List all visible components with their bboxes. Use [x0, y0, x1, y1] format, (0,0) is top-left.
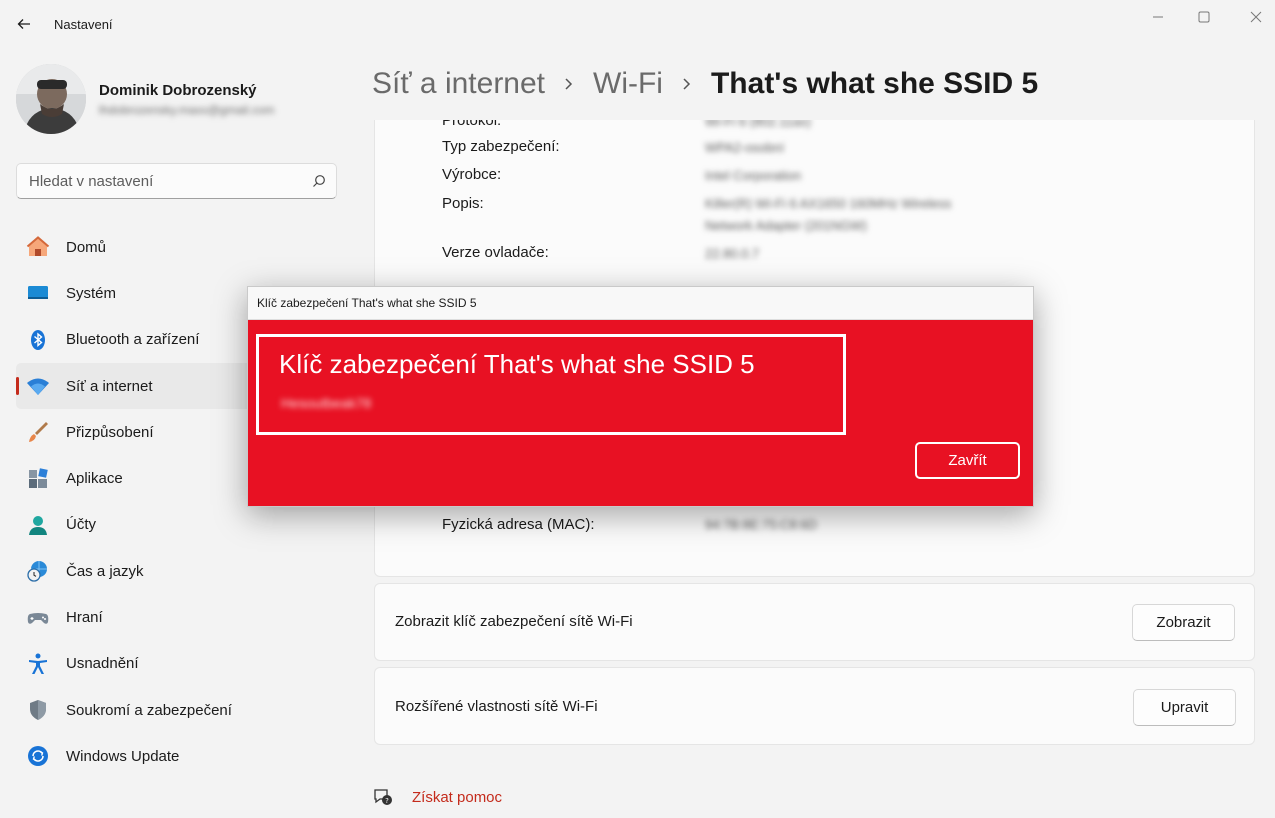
sidebar-item-label: Domů — [66, 238, 107, 256]
user-email: lhdobrozensky.maxx@gmail.com — [99, 103, 275, 117]
get-help-label: Získat pomoc — [412, 788, 503, 806]
sidebar-item-label: Windows Update — [66, 747, 180, 765]
security-key-heading: Klíč zabezpečení That's what she SSID 5 — [279, 349, 755, 379]
chevron-right-icon — [663, 77, 711, 91]
minimize-icon — [1153, 16, 1163, 18]
wifi-icon — [26, 374, 50, 398]
search-icon — [302, 174, 336, 188]
gamepad-icon — [26, 606, 50, 630]
sidebar-item-label: Účty — [66, 516, 96, 534]
minimize-button[interactable] — [1138, 4, 1178, 30]
back-button[interactable] — [10, 12, 38, 36]
sidebar-item-gaming[interactable]: Hraní — [16, 594, 352, 640]
back-arrow-icon — [17, 19, 30, 29]
sidebar-item-accessibility[interactable]: Usnadnění — [16, 641, 352, 687]
home-icon — [26, 235, 50, 259]
sidebar-item-label: Hraní — [66, 609, 103, 627]
property-label: Výrobce: — [442, 166, 502, 183]
active-indicator — [16, 376, 19, 395]
security-key-box: Klíč zabezpečení That's what she SSID 5 … — [256, 334, 846, 435]
property-value: Wi-Fi 6 (802.11ax) — [705, 120, 811, 129]
sidebar-item-windows-update[interactable]: Windows Update — [16, 733, 352, 779]
sidebar-item-label: Čas a jazyk — [66, 562, 144, 580]
show-key-row: Zobrazit klíč zabezpečení sítě Wi-Fi Zob… — [374, 583, 1255, 661]
sidebar-item-home[interactable]: Domů — [16, 224, 352, 270]
get-help-link[interactable]: ? Získat pomoc — [372, 786, 502, 808]
property-value: 22.80.0.7 — [705, 246, 760, 261]
maximize-button[interactable] — [1184, 4, 1224, 30]
property-label: Fyzická adresa (MAC): — [442, 516, 595, 533]
property-label: Protokol: — [442, 120, 502, 129]
advanced-properties-label: Rozšířené vlastnosti sítě Wi-Fi — [395, 698, 598, 715]
dialog-body: Klíč zabezpečení That's what she SSID 5 … — [248, 320, 1033, 506]
breadcrumb-current: That's what she SSID 5 — [710, 67, 1039, 100]
account-icon — [26, 513, 50, 537]
maximize-icon — [1198, 11, 1210, 23]
property-value: Network Adapter (201NGW) — [705, 218, 867, 233]
clock-globe-icon — [26, 559, 50, 583]
sidebar-item-label: Přizpůsobení — [66, 423, 154, 441]
edit-button[interactable]: Upravit — [1133, 689, 1236, 726]
property-value: Killer(R) Wi-Fi 6 AX1650 160MHz Wireless — [705, 196, 952, 211]
sidebar-item-label: Aplikace — [66, 470, 123, 488]
sidebar-item-accounts[interactable]: Účty — [16, 502, 352, 548]
title-bar: Nastavení — [0, 0, 1275, 48]
apps-icon — [26, 467, 50, 491]
property-value: WPA2-osobní — [705, 140, 785, 155]
shield-icon — [26, 698, 50, 722]
dialog-title: Klíč zabezpečení That's what she SSID 5 — [257, 296, 477, 310]
avatar[interactable] — [16, 64, 86, 134]
close-icon — [1250, 11, 1262, 23]
property-value: Intel Corporation — [705, 168, 802, 183]
sidebar-item-label: Soukromí a zabezpečení — [66, 701, 232, 719]
search-placeholder: Hledat v nastavení — [29, 172, 154, 190]
property-value: 94:7B:8E:75:C8:6D — [705, 517, 818, 532]
sidebar-item-label: Usnadnění — [66, 655, 139, 673]
brush-icon — [26, 420, 50, 444]
security-key-dialog: Klíč zabezpečení That's what she SSID 5 … — [247, 286, 1034, 507]
user-name: Dominik Dobrozenský — [99, 82, 257, 99]
breadcrumb: Síť a internet Wi-Fi That's what she SSI… — [372, 62, 1038, 106]
svg-text:?: ? — [385, 797, 389, 805]
help-chat-icon: ? — [374, 789, 392, 805]
app-title: Nastavení — [54, 17, 113, 32]
dialog-title-bar: Klíč zabezpečení That's what she SSID 5 — [248, 287, 1033, 320]
sidebar-item-label: Síť a internet — [66, 377, 153, 395]
sidebar-item-label: Bluetooth a zařízení — [66, 331, 200, 349]
property-label: Typ zabezpečení: — [442, 138, 560, 155]
sidebar-item-privacy[interactable]: Soukromí a zabezpečení — [16, 687, 352, 733]
close-window-button[interactable] — [1236, 4, 1275, 30]
system-icon — [26, 281, 50, 305]
show-key-label: Zobrazit klíč zabezpečení sítě Wi-Fi — [395, 613, 633, 630]
property-label: Popis: — [442, 195, 484, 212]
chevron-right-icon — [545, 77, 593, 91]
sidebar-item-label: Systém — [66, 284, 117, 302]
bluetooth-icon — [26, 328, 50, 352]
accessibility-icon — [26, 652, 50, 676]
security-key-value[interactable]: Hesoutbeak78 — [281, 395, 371, 411]
breadcrumb-wifi[interactable]: Wi-Fi — [593, 67, 663, 101]
sidebar-item-time-language[interactable]: Čas a jazyk — [16, 548, 352, 594]
show-key-button[interactable]: Zobrazit — [1132, 604, 1235, 641]
advanced-properties-row: Rozšířené vlastnosti sítě Wi-Fi Upravit — [374, 667, 1255, 745]
user-photo-icon — [16, 64, 86, 134]
search-input[interactable]: Hledat v nastavení — [16, 163, 337, 199]
breadcrumb-network[interactable]: Síť a internet — [372, 67, 545, 101]
close-dialog-button[interactable]: Zavřít — [915, 442, 1020, 479]
property-label: Verze ovladače: — [442, 244, 549, 261]
update-icon — [26, 744, 50, 768]
